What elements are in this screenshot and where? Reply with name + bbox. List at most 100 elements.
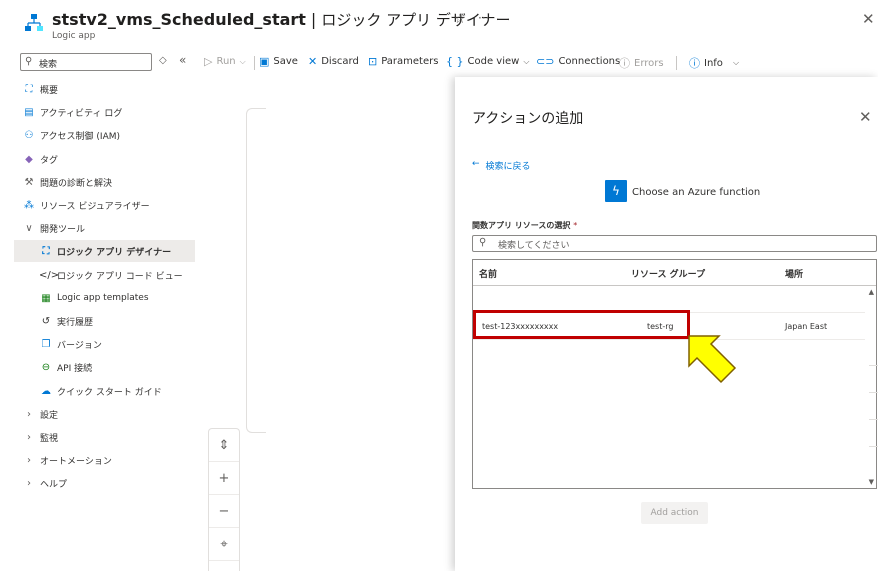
parameters-button[interactable]: ⊡ Parameters xyxy=(368,55,438,68)
arrow-left-icon: ← xyxy=(472,159,480,169)
page-title: ststv2_vms_Scheduled_start | ロジック アプリ デザイナ… xyxy=(52,10,511,29)
sidebar-item-label: 概要 xyxy=(40,85,59,96)
field-label: 関数アプリ リソースの選択 * xyxy=(472,221,578,230)
chevron-down-icon: ∨ xyxy=(25,222,33,234)
sidebar-item[interactable]: › 監視 xyxy=(14,426,195,448)
workflow-card[interactable] xyxy=(246,108,266,433)
sidebar-item-label: クイック スタート ガイド xyxy=(57,387,162,398)
sidebar-item-label: 設定 xyxy=(40,410,59,421)
code-icon: </> xyxy=(39,269,60,281)
close-panel-button[interactable]: ✕ xyxy=(859,108,872,126)
save-button[interactable]: ▣ Save xyxy=(259,55,298,68)
sidebar-item-label: リソース ビジュアライザー xyxy=(40,201,150,212)
sidebar-item[interactable]: ∨ 開発ツール xyxy=(14,217,195,239)
toolbar-divider xyxy=(676,56,677,70)
save-icon: ▣ xyxy=(259,55,270,68)
sidebar-item-label: アクセス制御 (IAM) xyxy=(40,131,121,142)
sidebar-item[interactable]: ❐ バージョン xyxy=(14,333,195,355)
zoom-in-icon[interactable]: + xyxy=(209,462,239,495)
column-header-resource-group[interactable]: リソース グループ xyxy=(631,267,705,280)
sidebar-item-label: 実行履歴 xyxy=(57,317,94,328)
zoom-controls: ⇕ + − ⌖ xyxy=(208,428,240,571)
sidebar-item-label: タグ xyxy=(40,155,59,166)
table-header: 名前 リソース グループ 場所 xyxy=(473,260,876,286)
resource-search-input[interactable]: ⚲ 検索してください xyxy=(472,235,877,252)
column-header-location[interactable]: 場所 xyxy=(785,267,803,280)
search-icon: ⚲ xyxy=(479,237,487,248)
collapse-sidebar-icon[interactable]: « xyxy=(179,53,186,67)
more-options-button[interactable]: ··· xyxy=(478,11,489,25)
run-button[interactable]: ▷ Run ⌵ xyxy=(204,55,246,68)
row-divider xyxy=(869,446,878,447)
sidebar-item-label: 問題の診断と解決 xyxy=(40,178,113,189)
error-icon: ⓘ xyxy=(619,57,630,70)
sidebar-item[interactable]: ⛶ ロジック アプリ デザイナー xyxy=(14,240,195,262)
sidebar-item[interactable]: ☁ クイック スタート ガイド xyxy=(14,380,195,402)
history-icon: ↺ xyxy=(41,315,51,327)
quickstart-icon: ☁ xyxy=(41,385,51,397)
iam-icon: ⚇ xyxy=(24,129,34,141)
zoom-out-icon[interactable]: − xyxy=(209,495,239,528)
resource-type: Logic app xyxy=(52,31,96,41)
azure-function-icon: ϟ xyxy=(605,180,627,202)
row-divider xyxy=(869,365,878,366)
sidebar-search-input[interactable]: ⚲ 検索 xyxy=(20,53,152,71)
code-view-button[interactable]: { } Code view ⌵ xyxy=(446,55,529,68)
search-icon: ⚲ xyxy=(25,56,33,67)
sidebar-item[interactable]: ⛶ 概要 xyxy=(14,78,195,100)
highlight-box xyxy=(473,310,690,339)
info-button[interactable]: ⓘ Info ⌵ xyxy=(689,55,739,71)
resource-table: 名前 リソース グループ 場所 ▲ test-123xxxxxxxxx test… xyxy=(472,259,878,489)
chevron-right-icon: › xyxy=(27,431,31,443)
table-row-empty xyxy=(473,286,865,313)
templates-icon: ▦ xyxy=(41,292,51,304)
expand-collapse-icon[interactable]: ◇ xyxy=(159,55,167,66)
center-view-icon[interactable]: ⌖ xyxy=(209,528,239,561)
column-header-name[interactable]: 名前 xyxy=(479,267,497,280)
activity-log-icon: ▤ xyxy=(24,106,34,118)
wrench-icon: ⚒ xyxy=(24,176,34,188)
chevron-right-icon: › xyxy=(27,408,31,420)
sidebar-item-label: Logic app templates xyxy=(57,293,149,303)
sidebar-item[interactable]: ⁂ リソース ビジュアライザー xyxy=(14,194,195,216)
sidebar-item-label: アクティビティ ログ xyxy=(40,108,123,119)
sidebar-item[interactable]: › ヘルプ xyxy=(14,472,195,494)
discard-button[interactable]: ✕ Discard xyxy=(308,55,359,68)
close-page-button[interactable]: ✕ xyxy=(862,10,875,28)
fit-view-icon[interactable]: ⇕ xyxy=(209,429,239,462)
back-to-search-link[interactable]: ← 検索に戻る xyxy=(472,159,531,172)
sidebar-item[interactable]: ◆ タグ xyxy=(14,148,195,170)
sidebar-item[interactable]: ⊖ API 接続 xyxy=(14,356,195,378)
sidebar-item-label: ロジック アプリ デザイナー xyxy=(57,247,172,258)
star-icon[interactable]: ☆ xyxy=(454,12,466,27)
sidebar-item[interactable]: › オートメーション xyxy=(14,449,195,471)
visualizer-icon: ⁂ xyxy=(24,199,34,211)
pointer-arrow-icon xyxy=(688,335,737,384)
code-icon: { } xyxy=(446,55,464,68)
add-action-button[interactable]: Add action xyxy=(641,502,708,524)
errors-button[interactable]: ⓘ Errors xyxy=(619,55,664,71)
sidebar-item[interactable]: ⚇ アクセス制御 (IAM) xyxy=(14,124,195,146)
close-icon: ✕ xyxy=(308,55,318,68)
scroll-down-icon[interactable]: ▼ xyxy=(869,478,874,486)
sidebar-item[interactable]: ▤ アクティビティ ログ xyxy=(14,101,195,123)
sidebar-item[interactable]: › 設定 xyxy=(14,403,195,425)
sidebar-item[interactable]: ⚒ 問題の診断と解決 xyxy=(14,171,195,193)
link-icon: ⊂⊃ xyxy=(536,55,555,68)
row-divider xyxy=(869,392,878,393)
sidebar-item-label: ロジック アプリ コード ビュー xyxy=(57,271,183,282)
sidebar-item-label: 開発ツール xyxy=(40,224,86,235)
designer-icon: ⛶ xyxy=(42,245,50,257)
info-icon: ⓘ xyxy=(689,57,700,70)
sidebar-item[interactable]: ▦ Logic app templates xyxy=(14,287,195,309)
panel-title: アクションの追加 xyxy=(472,111,584,127)
connections-button[interactable]: ⊂⊃ Connections xyxy=(536,55,620,68)
toolbar: ▷ Run ⌵ ▣ Save ✕ Discard ⊡ Parameters { } Code… xyxy=(200,53,870,71)
overview-icon: ⛶ xyxy=(25,83,33,95)
logic-app-icon xyxy=(25,14,43,31)
toolbar-divider xyxy=(254,56,255,70)
play-icon: ▷ xyxy=(204,55,213,68)
sidebar-item[interactable]: </> ロジック アプリ コード ビュー xyxy=(14,264,195,286)
sidebar-item[interactable]: ↺ 実行履歴 xyxy=(14,310,195,332)
scroll-up-icon[interactable]: ▲ xyxy=(869,288,874,296)
